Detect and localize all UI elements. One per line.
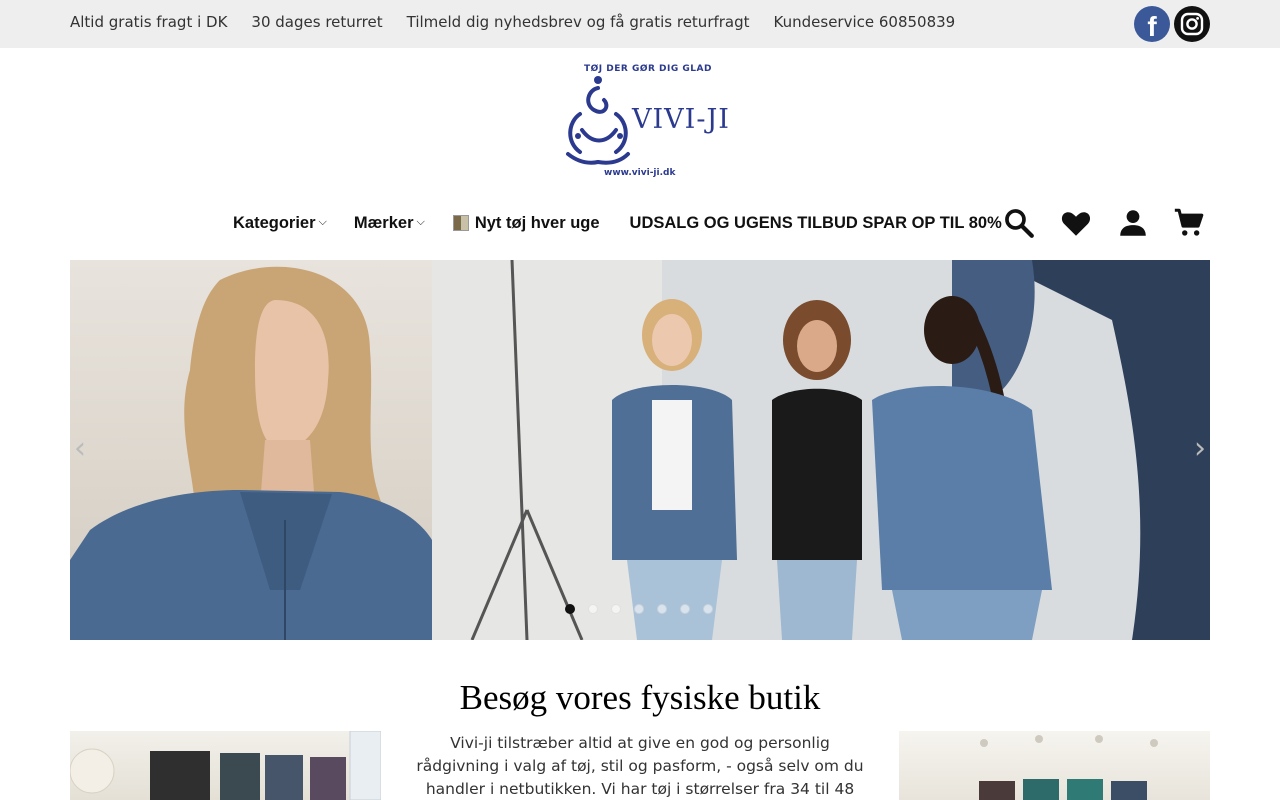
store-image-right: [899, 731, 1210, 800]
heart-icon[interactable]: [1058, 206, 1094, 240]
slider-dot[interactable]: [680, 604, 690, 614]
nav-item-label: Mærker: [353, 213, 414, 232]
facebook-icon[interactable]: f: [1134, 6, 1170, 42]
nav-item-sale[interactable]: UDSALG OG UGENS TILBUD SPAR OP TIL 80%: [630, 214, 1002, 233]
free-shipping-link[interactable]: Altid gratis fragt i DK: [70, 13, 227, 31]
slider-next-icon[interactable]: ›: [1188, 428, 1210, 468]
site-logo[interactable]: TØJ DER GØR DIG GLAD VIVI-JI www.vivi-ji…: [558, 62, 729, 186]
new-arrivals-thumbnail-icon: [452, 215, 469, 231]
chevron-down-icon: ⌵: [416, 215, 425, 228]
cart-icon[interactable]: [1172, 206, 1206, 240]
logo-tagline: TØJ DER GØR DIG GLAD: [584, 64, 712, 74]
instagram-icon[interactable]: [1174, 6, 1210, 42]
hero-image-model-portrait: [70, 260, 432, 640]
slider-prev-icon[interactable]: ‹: [70, 428, 92, 468]
slider-dots: [565, 604, 713, 614]
slider-dot[interactable]: [657, 604, 667, 614]
slider-dot[interactable]: [565, 604, 575, 614]
nav-item-label: Nyt tøj hver uge: [474, 213, 600, 232]
search-icon[interactable]: [1002, 206, 1036, 240]
nav-item-new-arrivals[interactable]: Nyt tøj hver uge: [452, 213, 600, 233]
slider-dot[interactable]: [703, 604, 713, 614]
main-nav: Kategorier ⌵ Mærker ⌵ Nyt tøj hver uge U…: [233, 204, 1002, 242]
logo-url: www.vivi-ji.dk: [604, 168, 676, 178]
nav-item-label: Kategorier: [233, 213, 316, 232]
slider-dot[interactable]: [611, 604, 621, 614]
account-icon[interactable]: [1116, 206, 1150, 240]
slider-dot[interactable]: [588, 604, 598, 614]
chevron-down-icon: ⌵: [318, 215, 327, 228]
hero-slider[interactable]: ‹ ›: [70, 260, 1210, 640]
logo-name: VIVI-JI: [632, 104, 730, 135]
hero-image-group: [432, 260, 1210, 640]
slider-dot[interactable]: [634, 604, 644, 614]
social-links: f: [1134, 6, 1210, 42]
customer-service-link[interactable]: Kundeservice 60850839: [774, 13, 956, 31]
store-image-left: [70, 731, 381, 800]
usp-links: Altid gratis fragt i DK 30 dages returre…: [70, 0, 955, 44]
top-bar: Altid gratis fragt i DK 30 dages returre…: [0, 0, 1280, 48]
newsletter-link[interactable]: Tilmeld dig nyhedsbrev og få gratis retu…: [407, 13, 750, 31]
return-policy-link[interactable]: 30 dages returret: [251, 13, 382, 31]
nav-item-label: UDSALG OG UGENS TILBUD SPAR OP TIL 80%: [629, 213, 1002, 232]
nav-item-categories[interactable]: Kategorier ⌵: [233, 214, 327, 233]
section-title: Besøg vores fysiske butik: [459, 678, 821, 717]
store-description: Vivi-ji tilstræber altid at give en god …: [416, 734, 864, 798]
nav-actions: [1002, 204, 1206, 242]
nav-item-brands[interactable]: Mærker ⌵: [354, 214, 425, 233]
